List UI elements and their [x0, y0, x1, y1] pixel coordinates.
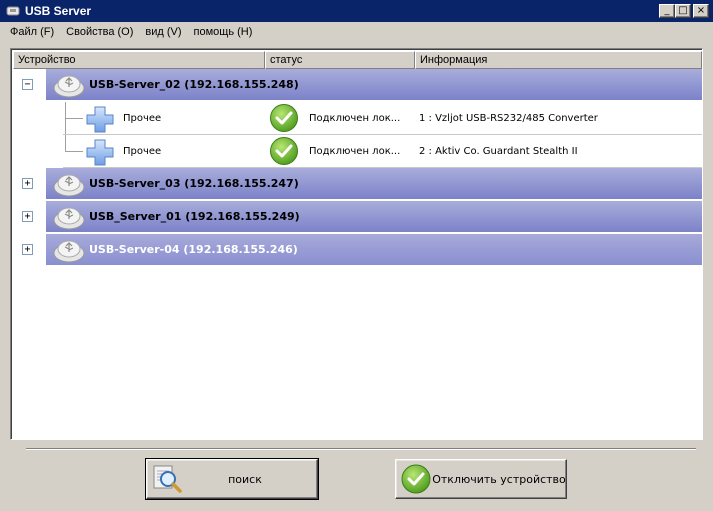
search-button-label: поиск	[228, 472, 262, 486]
server-name: USB-Server_03 (192.168.155.247)	[89, 177, 299, 190]
title-bar[interactable]: USB Server _ □ ×	[0, 0, 713, 22]
window-title: USB Server	[25, 4, 92, 18]
usb-server-window: USB Server _ □ × Файл (F) Свойства (O) в…	[0, 0, 713, 511]
device-plus-icon	[86, 106, 114, 133]
device-info: 2 : Aktiv Co. Guardant Stealth II	[419, 146, 578, 157]
check-icon	[270, 104, 298, 132]
usb-hub-icon	[53, 240, 85, 263]
list-header: Устройство статус Информация	[13, 51, 702, 69]
maximize-button[interactable]: □	[675, 4, 691, 18]
server-name: USB_Server_01 (192.168.155.249)	[89, 210, 300, 223]
server-row[interactable]: − USB-Server_02 (192.168.155.248)	[13, 69, 702, 102]
device-row[interactable]: Прочее Подключен лок... 1 : Vzljot USB-R…	[13, 102, 702, 135]
disconnect-button-label: Отключить устройство	[432, 472, 566, 486]
menu-bar: Файл (F) Свойства (O) вид (V) помощь (H)	[0, 22, 713, 42]
device-list[interactable]: Устройство статус Информация − USB-Serve…	[10, 48, 703, 440]
app-icon	[5, 3, 21, 19]
menu-properties[interactable]: Свойства (O)	[60, 26, 139, 38]
usb-hub-icon	[53, 207, 85, 230]
device-status: Подключен лок...	[309, 146, 401, 157]
usb-hub-icon	[53, 174, 85, 197]
device-name: Прочее	[123, 146, 162, 157]
collapse-toggle[interactable]: −	[22, 79, 33, 90]
device-info: 1 : Vzljot USB-RS232/485 Converter	[419, 113, 598, 124]
server-name: USB-Server-04 (192.168.155.246)	[89, 243, 298, 256]
device-name: Прочее	[123, 113, 162, 124]
check-icon	[270, 137, 298, 165]
device-row[interactable]: Прочее Подключен лок... 2 : Aktiv Co. Gu…	[13, 135, 702, 168]
search-magnifier-icon	[153, 465, 182, 493]
separator	[26, 448, 696, 450]
search-button[interactable]: поиск	[145, 458, 319, 500]
server-name: USB-Server_02 (192.168.155.248)	[89, 78, 299, 91]
column-header-device[interactable]: Устройство	[13, 51, 265, 69]
minimize-button[interactable]: _	[659, 4, 675, 18]
menu-file[interactable]: Файл (F)	[4, 26, 60, 38]
column-header-info[interactable]: Информация	[415, 51, 702, 69]
disconnect-device-button[interactable]: Отключить устройство	[395, 459, 567, 499]
server-row[interactable]: + USB-Server_03 (192.168.155.247)	[13, 168, 702, 201]
check-icon	[401, 464, 431, 494]
expand-toggle[interactable]: +	[22, 178, 33, 189]
expand-toggle[interactable]: +	[22, 244, 33, 255]
window-controls: _ □ ×	[659, 4, 709, 18]
tree-line	[65, 118, 83, 119]
usb-hub-icon	[53, 75, 85, 98]
column-header-status[interactable]: статус	[265, 51, 415, 69]
server-row[interactable]: + USB-Server-04 (192.168.155.246)	[13, 234, 702, 267]
close-button[interactable]: ×	[693, 4, 709, 18]
menu-help[interactable]: помощь (H)	[188, 26, 259, 38]
tree-line	[65, 135, 66, 152]
list-rows: − USB-Server_02 (192.168.155.248) Прочее	[13, 69, 702, 267]
tree-line	[65, 151, 83, 152]
device-status: Подключен лок...	[309, 113, 401, 124]
server-row[interactable]: + USB_Server_01 (192.168.155.249)	[13, 201, 702, 234]
menu-view[interactable]: вид (V)	[139, 26, 187, 38]
expand-toggle[interactable]: +	[22, 211, 33, 222]
device-plus-icon	[86, 139, 114, 166]
